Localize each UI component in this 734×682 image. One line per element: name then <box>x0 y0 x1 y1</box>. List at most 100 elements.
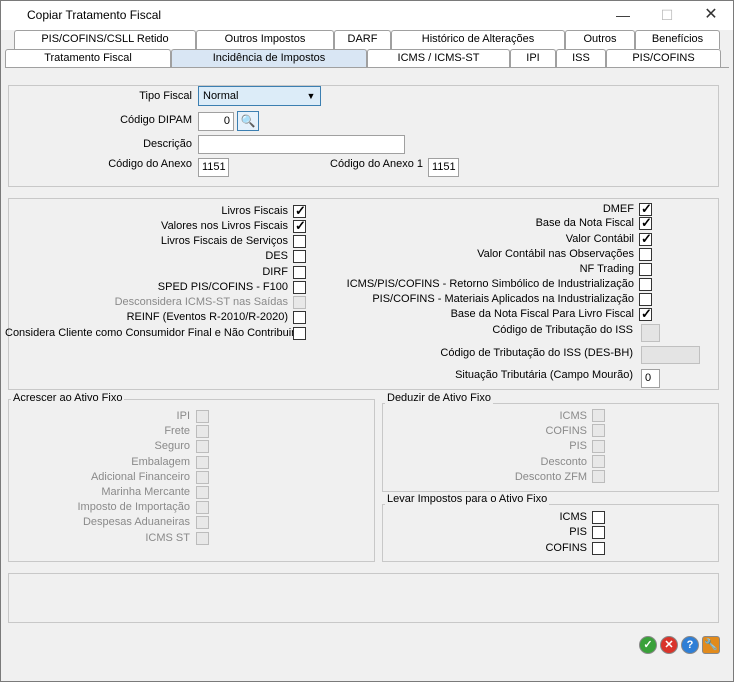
levar-cofins-label: COFINS <box>545 542 587 554</box>
reinf-checkbox[interactable] <box>293 311 306 324</box>
livros-fiscais-checkbox[interactable]: ✓ <box>293 203 306 218</box>
tab-outros-impostos[interactable]: Outros Impostos <box>196 30 334 49</box>
acrescer-adicional-checkbox[interactable] <box>196 471 209 484</box>
maximize-button[interactable]: ☐ <box>653 6 681 26</box>
cod-trib-iss-desbh-input[interactable] <box>641 346 700 364</box>
deduzir-desconto-checkbox[interactable] <box>592 455 605 468</box>
deduzir-icms-checkbox[interactable] <box>592 409 605 422</box>
codigo-dipam-input[interactable]: 0 <box>198 112 234 131</box>
valor-contabil-obs-label: Valor Contábil nas Observações <box>477 248 634 260</box>
tab-icms-icms-st[interactable]: ICMS / ICMS-ST <box>367 49 510 68</box>
sped-label: SPED PIS/COFINS - F100 <box>157 281 288 293</box>
acrescer-ipi-checkbox[interactable] <box>196 410 209 423</box>
tab-ipi[interactable]: IPI <box>510 49 556 68</box>
tab-historico-alteracoes[interactable]: Histórico de Alterações <box>391 30 565 49</box>
dmef-label: DMEF <box>602 203 634 215</box>
base-nf-label: Base da Nota Fiscal <box>535 217 634 229</box>
deduzir-desconto-zfm-checkbox[interactable] <box>592 470 605 483</box>
tipo-fiscal-select[interactable]: Normal ▼ <box>198 86 321 106</box>
tipo-fiscal-value: Normal <box>203 90 239 102</box>
nf-trading-checkbox[interactable] <box>639 263 652 276</box>
levar-icms-checkbox[interactable] <box>592 511 605 524</box>
deduzir-desconto-zfm-label: Desconto ZFM <box>514 471 587 483</box>
levar-pis-checkbox[interactable] <box>592 526 605 539</box>
des-label: DES <box>265 250 288 262</box>
codigo-dipam-label: Código DIPAM <box>120 114 192 126</box>
valor-contabil-label: Valor Contábil <box>565 233 634 245</box>
acrescer-aduaneiras-checkbox[interactable] <box>196 516 209 529</box>
acrescer-aduaneiras-label: Despesas Aduaneiras <box>82 516 190 528</box>
desconsidera-icms-st-label: Desconsidera ICMS-ST nas Saídas <box>114 296 288 308</box>
descricao-label: Descrição <box>143 138 192 150</box>
tab-pis-cofins-csll-retido[interactable]: PIS/COFINS/CSLL Retido <box>14 30 196 49</box>
deduzir-pis-checkbox[interactable] <box>592 440 605 453</box>
deduzir-cofins-checkbox[interactable] <box>592 424 605 437</box>
reinf-label: REINF (Eventos R-2010/R-2020) <box>126 311 288 323</box>
levar-cofins-checkbox[interactable] <box>592 542 605 555</box>
materiais-aplicados-checkbox[interactable] <box>639 293 652 306</box>
des-checkbox[interactable] <box>293 250 306 263</box>
tab-incidencia-impostos[interactable]: Incidência de Impostos <box>171 49 367 68</box>
descricao-input[interactable] <box>198 135 405 154</box>
acrescer-marinha-label: Marinha Mercante <box>101 486 190 498</box>
tab-row-2: Tratamento Fiscal Incidência de Impostos… <box>1 49 734 68</box>
acrescer-title: Acrescer ao Ativo Fixo <box>11 392 125 404</box>
help-icon: ? <box>686 639 694 651</box>
retorno-simbolico-checkbox[interactable] <box>639 278 652 291</box>
deduzir-icms-label: ICMS <box>559 410 588 422</box>
sped-checkbox[interactable] <box>293 281 306 294</box>
acrescer-ipi-label: IPI <box>176 410 190 422</box>
acrescer-icmsst-checkbox[interactable] <box>196 532 209 545</box>
tab-darf[interactable]: DARF <box>334 30 391 49</box>
acrescer-seguro-label: Seguro <box>154 440 190 452</box>
dirf-checkbox[interactable] <box>293 266 306 279</box>
acrescer-embalagem-label: Embalagem <box>131 456 190 468</box>
tab-divider <box>5 67 729 68</box>
tab-beneficios[interactable]: Benefícios <box>635 30 720 49</box>
base-nf-livro-checkbox[interactable]: ✓ <box>639 306 652 321</box>
desconsidera-icms-st-checkbox[interactable] <box>293 296 306 309</box>
tab-iss[interactable]: ISS <box>556 49 606 68</box>
codigo-anexo1-input[interactable]: 1151 <box>428 158 459 177</box>
codigo-anexo-label: Código do Anexo <box>108 158 192 170</box>
tab-row-1: PIS/COFINS/CSLL Retido Outros Impostos D… <box>1 30 734 49</box>
sit-trib-input[interactable]: 0 <box>641 369 660 388</box>
tab-pis-cofins[interactable]: PIS/COFINS <box>606 49 721 68</box>
valor-contabil-obs-checkbox[interactable] <box>639 248 652 261</box>
livros-servicos-checkbox[interactable] <box>293 235 306 248</box>
valor-contabil-checkbox[interactable]: ✓ <box>639 231 652 246</box>
dialog-window: Copiar Tratamento Fiscal — ☐ ✕ PIS/COFIN… <box>0 0 734 682</box>
confirm-button[interactable]: ✓ <box>639 636 657 654</box>
minimize-button[interactable]: — <box>609 6 637 26</box>
dirf-label: DIRF <box>262 266 288 278</box>
levar-title: Levar Impostos para o Ativo Fixo <box>385 493 550 505</box>
tipo-fiscal-label: Tipo Fiscal <box>139 90 192 102</box>
base-nf-checkbox[interactable]: ✓ <box>639 215 652 230</box>
valores-livros-label: Valores nos Livros Fiscais <box>161 220 288 232</box>
consumidor-final-checkbox[interactable] <box>293 327 306 340</box>
cancel-button[interactable]: ✕ <box>660 636 678 654</box>
tab-outros[interactable]: Outros <box>565 30 635 49</box>
codigo-anexo-input[interactable]: 1151 <box>198 158 229 177</box>
acrescer-importacao-checkbox[interactable] <box>196 501 209 514</box>
livros-fiscais-label: Livros Fiscais <box>221 205 288 217</box>
search-button[interactable]: 🔍 <box>237 111 259 131</box>
close-window-button[interactable]: ✕ <box>697 6 725 26</box>
search-icon: 🔍 <box>240 114 256 128</box>
cod-trib-iss-input[interactable] <box>641 324 660 342</box>
consumidor-final-label: Considera Cliente como Consumidor Final … <box>5 327 307 339</box>
tools-button[interactable]: 🔧 <box>702 636 720 654</box>
acrescer-frete-checkbox[interactable] <box>196 425 209 438</box>
valores-livros-checkbox[interactable]: ✓ <box>293 218 306 233</box>
check-icon: ✓ <box>643 639 653 651</box>
acrescer-importacao-label: Imposto de Importação <box>77 501 190 513</box>
tab-tratamento-fiscal[interactable]: Tratamento Fiscal <box>5 49 171 68</box>
title-bar: Copiar Tratamento Fiscal — ☐ ✕ <box>1 1 733 30</box>
deduzir-pis-label: PIS <box>569 440 587 452</box>
help-button[interactable]: ? <box>681 636 699 654</box>
acrescer-seguro-checkbox[interactable] <box>196 440 209 453</box>
acrescer-embalagem-checkbox[interactable] <box>196 456 209 469</box>
acrescer-marinha-checkbox[interactable] <box>196 486 209 499</box>
retorno-simbolico-label: ICMS/PIS/COFINS - Retorno Simbólico de I… <box>346 278 634 290</box>
chevron-down-icon: ▼ <box>306 91 316 101</box>
